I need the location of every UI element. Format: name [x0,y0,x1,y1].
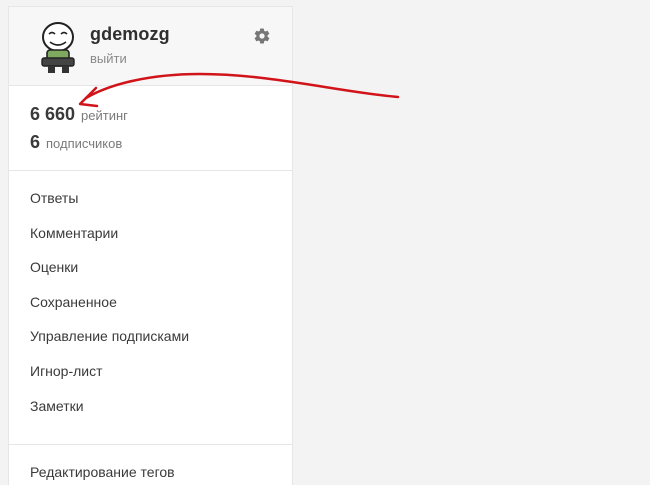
username[interactable]: gdemozg [90,24,170,45]
subscribers-value: 6 [30,132,41,152]
menu-item-notes[interactable]: Заметки [9,396,292,431]
page: gdemozg выйти 6 660 рейтинг 6 подписчиков … [0,0,650,485]
menu-item-saved[interactable]: Сохраненное [9,292,292,327]
rating-row: 6 660 рейтинг [30,104,128,125]
menu-item-comments[interactable]: Комментарии [9,223,292,258]
menu-item-ignore-list[interactable]: Игнор-лист [9,361,292,396]
profile-menu-secondary: Редактирование тегов [9,445,292,482]
logout-link[interactable]: выйти [90,51,127,66]
rating-label: рейтинг [81,108,128,123]
menu-item-edit-tags[interactable]: Редактирование тегов [9,462,292,482]
profile-sidebar: gdemozg выйти 6 660 рейтинг 6 подписчиков … [8,6,293,485]
rating-value: 6 660 [30,104,76,124]
profile-menu: Ответы Комментарии Оценки Сохраненное Уп… [9,171,292,446]
profile-header: gdemozg выйти [9,7,292,86]
menu-item-answers[interactable]: Ответы [9,188,292,223]
subscribers-row[interactable]: 6 подписчиков [30,132,122,153]
subscribers-label: подписчиков [46,136,123,151]
avatar[interactable] [34,18,86,74]
menu-item-ratings[interactable]: Оценки [9,257,292,292]
menu-item-subscriptions[interactable]: Управление подписками [9,326,292,361]
profile-stats: 6 660 рейтинг 6 подписчиков [9,86,292,171]
gear-icon[interactable] [253,27,271,45]
